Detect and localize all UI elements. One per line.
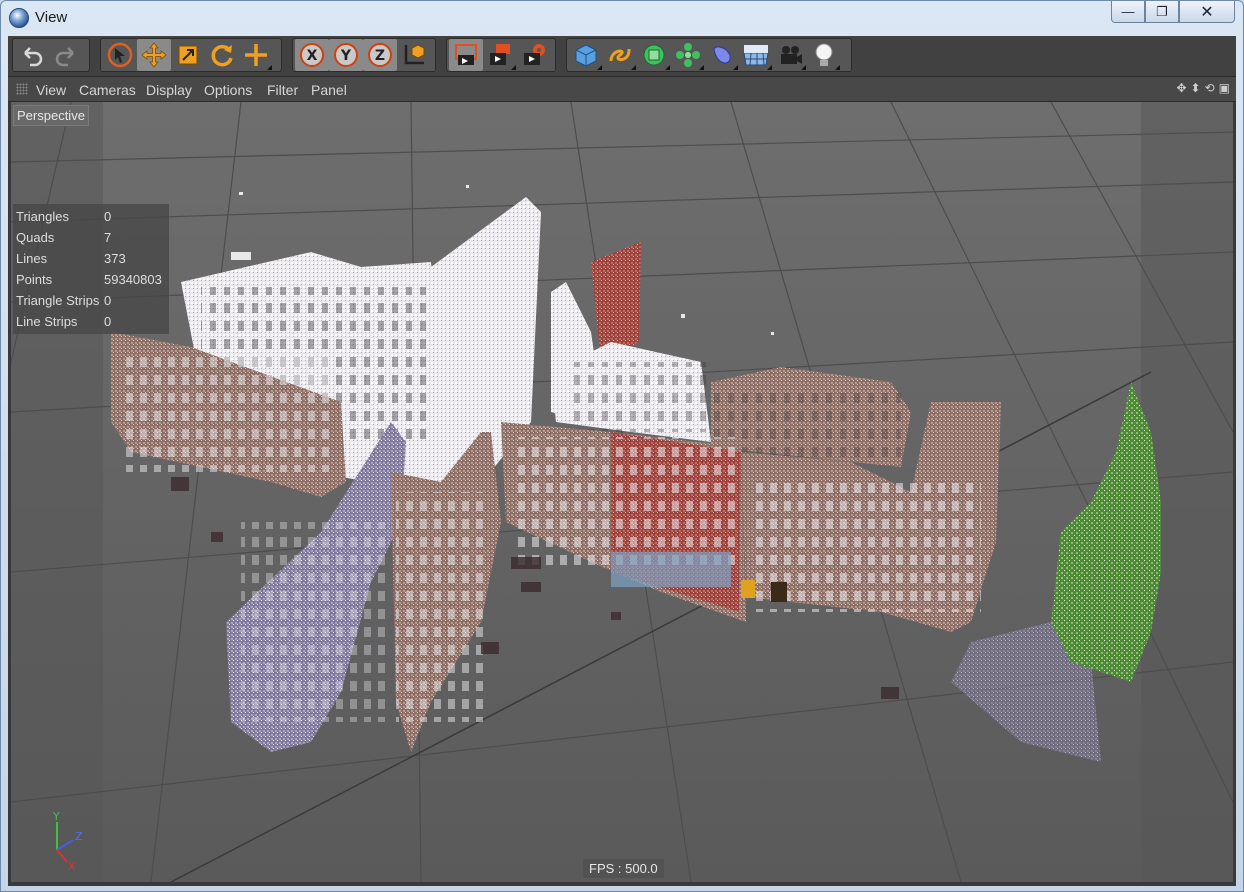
- cube-icon[interactable]: [569, 39, 603, 71]
- window-controls: — ❐ ✕: [1111, 1, 1235, 25]
- fps-counter: FPS : 500.0: [583, 859, 664, 878]
- menu-grip-icon[interactable]: [16, 83, 28, 95]
- recent-tool-icon[interactable]: [239, 39, 273, 71]
- nurbs-icon[interactable]: [637, 39, 671, 71]
- spline-icon[interactable]: [603, 39, 637, 71]
- stat-value: 0: [104, 314, 112, 329]
- stat-value: 373: [104, 251, 126, 266]
- pan-icon[interactable]: ✥: [1176, 81, 1186, 95]
- maximize-button[interactable]: ❐: [1145, 1, 1179, 23]
- transform-group: [100, 38, 282, 72]
- scene-stats-panel: Triangles 0 Quads 7 Lines 373 Points 5934080…: [13, 204, 169, 334]
- maximize-view-icon[interactable]: ▣: [1219, 81, 1230, 95]
- stat-key: Lines: [16, 251, 48, 266]
- redo-icon[interactable]: [49, 39, 83, 71]
- viewport-camera-label[interactable]: Perspective: [13, 105, 89, 126]
- main-toolbar: X Y Z: [8, 36, 1236, 77]
- svg-text:Z: Z: [375, 48, 385, 64]
- editor-client: X Y Z View Cameras Display Options Filte…: [8, 36, 1236, 886]
- floor-icon[interactable]: [739, 39, 773, 71]
- rotate-icon[interactable]: [205, 39, 239, 71]
- world-axis-gizmo: Y Z X: [52, 810, 83, 870]
- stat-row: Line Strips 0: [13, 311, 169, 332]
- axis-y-label: Y: [52, 810, 60, 823]
- coordinate-system-icon[interactable]: [397, 39, 431, 71]
- viewport-menu-bar: View Cameras Display Options Filter Pane…: [8, 77, 1236, 102]
- window-title: View: [35, 9, 68, 26]
- axis-group: X Y Z: [292, 38, 436, 72]
- stat-row: Points 59340803: [13, 269, 169, 290]
- axis-z-label: Z: [75, 830, 83, 843]
- stat-key: Points: [16, 272, 53, 287]
- light-icon[interactable]: [807, 39, 841, 71]
- live-selection-icon[interactable]: [103, 39, 137, 71]
- move-icon[interactable]: [137, 39, 171, 71]
- dolly-icon[interactable]: ⬍: [1191, 81, 1201, 95]
- render-settings-icon[interactable]: [517, 39, 551, 71]
- stat-key: Triangle Strips: [16, 293, 100, 308]
- objects-group: [566, 38, 852, 72]
- perspective-viewport[interactable]: Perspective Triangles 0 Quads 7 Lines 373 P…: [11, 102, 1233, 882]
- svg-text:Y: Y: [340, 48, 352, 64]
- menu-panel[interactable]: Panel: [311, 82, 347, 98]
- minimize-button[interactable]: —: [1111, 1, 1145, 23]
- stat-row: Quads 7: [13, 227, 169, 248]
- stat-value: 0: [104, 209, 112, 224]
- menu-cameras[interactable]: Cameras: [79, 82, 136, 98]
- render-group: [446, 38, 556, 72]
- array-icon[interactable]: [671, 39, 705, 71]
- scene-render: [11, 102, 1233, 882]
- menu-display[interactable]: Display: [146, 82, 192, 98]
- title-bar[interactable]: View — ❐ ✕: [1, 1, 1243, 35]
- undo-group: [12, 38, 90, 72]
- render-picture-viewer-icon[interactable]: [483, 39, 517, 71]
- svg-text:X: X: [307, 48, 318, 64]
- axis-x-label: X: [68, 860, 76, 870]
- x-axis-icon[interactable]: X: [295, 39, 329, 71]
- menu-view[interactable]: View: [36, 82, 66, 98]
- stat-row: Triangles 0: [13, 206, 169, 227]
- viewport-nav-icons: ✥ ⬍ ⟲ ▣: [1176, 81, 1230, 95]
- undo-icon[interactable]: [15, 39, 49, 71]
- menu-filter[interactable]: Filter: [267, 82, 298, 98]
- close-button[interactable]: ✕: [1179, 1, 1235, 23]
- menu-options[interactable]: Options: [204, 82, 252, 98]
- scale-icon[interactable]: [171, 39, 205, 71]
- app-window: View — ❐ ✕ X Y Z View Cameras Display Op…: [0, 0, 1244, 892]
- y-axis-icon[interactable]: Y: [329, 39, 363, 71]
- stat-row: Triangle Strips 0: [13, 290, 169, 311]
- stat-value: 0: [104, 293, 112, 308]
- orbit-icon[interactable]: ⟲: [1205, 81, 1215, 95]
- stat-key: Line Strips: [16, 314, 78, 329]
- camera-icon[interactable]: [773, 39, 807, 71]
- cinema4d-app-icon: [9, 8, 29, 28]
- stat-key: Quads: [16, 230, 55, 245]
- stat-value: 59340803: [104, 272, 162, 287]
- z-axis-icon[interactable]: Z: [363, 39, 397, 71]
- stat-key: Triangles: [16, 209, 69, 224]
- deformer-icon[interactable]: [705, 39, 739, 71]
- stat-value: 7: [104, 230, 112, 245]
- render-view-icon[interactable]: [449, 39, 483, 71]
- stat-row: Lines 373: [13, 248, 169, 269]
